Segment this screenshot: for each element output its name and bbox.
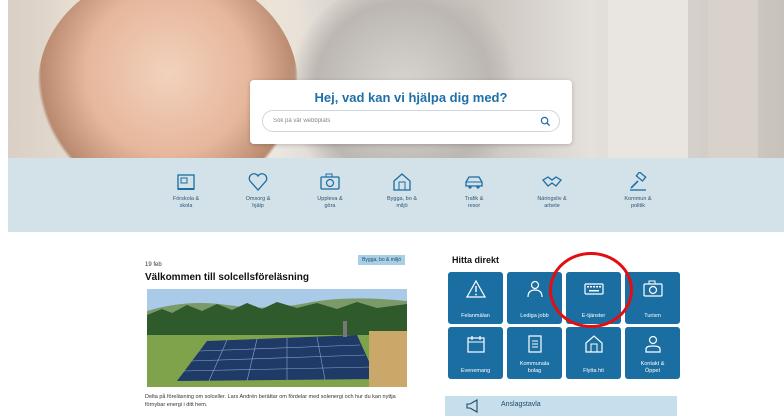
bulletin-board-label: Anslagstavla — [501, 401, 541, 408]
highlight-circle — [549, 252, 633, 328]
tile-turism[interactable]: Turism — [625, 272, 680, 324]
person-icon — [644, 335, 661, 353]
solar-panel-photo — [147, 289, 407, 387]
tile-kommunala-bolag[interactable]: Kommunala bolag — [507, 327, 562, 379]
handshake-icon — [542, 176, 562, 187]
category-label: Näringsliv & arbete — [537, 196, 567, 209]
warning-icon — [465, 280, 486, 298]
category-label: Omsorg & hjälp — [245, 196, 271, 209]
category-uppleva[interactable]: Uppleva & göra — [302, 172, 358, 210]
category-label: Bygga, bo & miljö — [387, 196, 417, 209]
tile-label: Flytta hit — [583, 368, 604, 374]
tile-label: Kontakt & Öppet — [640, 361, 665, 374]
category-bar: Förskola & skola Omsorg & hjälp Uppleva … — [8, 158, 784, 232]
tile-evenemang[interactable]: Evenemang — [448, 327, 503, 379]
tile-kontakt[interactable]: Kontakt & Öppet — [625, 327, 680, 379]
megaphone-icon — [466, 399, 478, 413]
news-article[interactable]: Bygga, bo & miljö 19 feb Välkommen till … — [145, 255, 407, 416]
news-text: Delta på föreläsning om solceller. Lars … — [145, 394, 396, 408]
tile-label: Lediga jobb — [520, 313, 549, 319]
tile-flytta-hit[interactable]: Flytta hit — [566, 327, 621, 379]
people-icon — [526, 280, 543, 298]
house-icon — [393, 173, 411, 191]
calendar-icon — [466, 336, 485, 353]
document-icon — [527, 335, 542, 353]
search-panel: Hej, vad kan vi hjälpa dig med? — [250, 80, 572, 144]
category-label: Kommun & politik — [624, 196, 652, 209]
news-date: 19 feb — [145, 262, 162, 268]
search-input[interactable] — [273, 114, 523, 128]
news-image — [147, 289, 407, 387]
tile-label: Evenemang — [460, 368, 491, 374]
category-trafik[interactable]: Trafik & resor — [446, 172, 502, 210]
quick-links-heading: Hitta direkt — [452, 255, 500, 265]
tile-label: Felanmälan — [461, 313, 490, 319]
school-icon — [177, 174, 195, 190]
gavel-icon — [630, 172, 647, 191]
house-icon — [584, 335, 603, 353]
category-bygga[interactable]: Bygga, bo & miljö — [374, 172, 430, 210]
category-label: Uppleva & göra — [317, 196, 343, 209]
search-heading: Hej, vad kan vi hjälpa dig med? — [314, 90, 508, 105]
tile-felanmalan[interactable]: Felanmälan — [448, 272, 503, 324]
car-icon — [465, 176, 483, 189]
category-kommun[interactable]: Kommun & politik — [610, 172, 666, 210]
camera-icon — [642, 280, 663, 297]
category-naringsliv[interactable]: Näringsliv & arbete — [524, 172, 580, 210]
search-icon[interactable] — [540, 116, 551, 127]
search-field[interactable] — [262, 110, 560, 132]
heart-icon — [248, 173, 268, 191]
tile-label: Turism — [644, 313, 661, 319]
news-title[interactable]: Välkommen till solcellsföreläsning — [145, 272, 309, 283]
category-forskola[interactable]: Förskola & skola — [158, 172, 214, 210]
bulletin-board-link[interactable]: Anslagstavla — [445, 396, 677, 416]
tile-label: Kommunala bolag — [519, 361, 550, 374]
camera-icon — [320, 173, 340, 190]
category-label: Trafik & resor — [464, 196, 484, 209]
category-label: Förskola & skola — [172, 196, 200, 209]
category-omsorg[interactable]: Omsorg & hjälp — [230, 172, 286, 210]
news-tag[interactable]: Bygga, bo & miljö — [358, 255, 405, 265]
